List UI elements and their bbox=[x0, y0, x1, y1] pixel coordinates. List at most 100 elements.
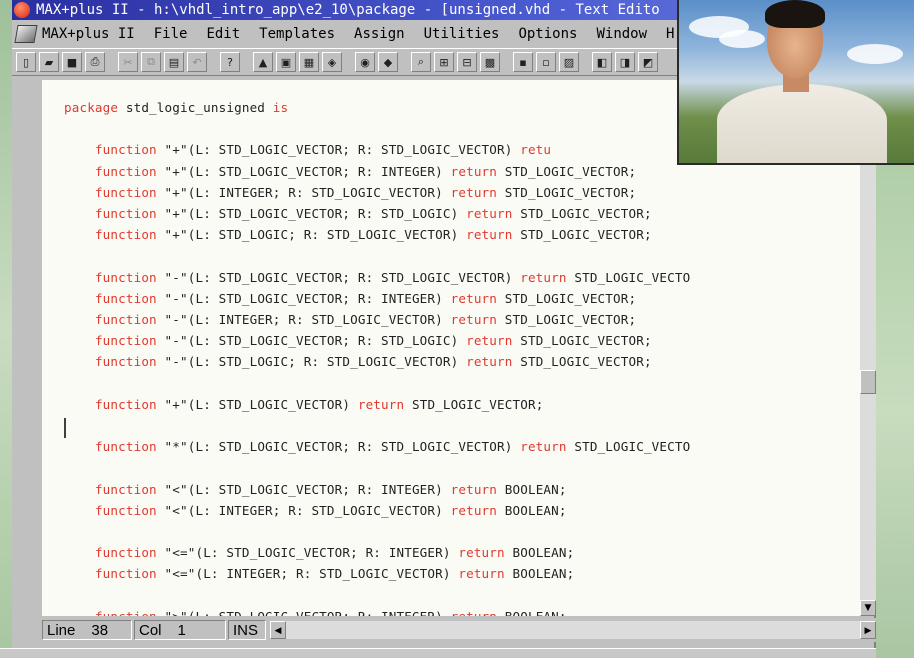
keyword-token: return bbox=[466, 206, 513, 221]
keyword-token: return bbox=[450, 481, 498, 497]
print-icon[interactable]: ⎙ bbox=[85, 52, 105, 72]
graphic-editor-icon[interactable]: ◉ bbox=[355, 52, 375, 72]
hierarchy-up-icon[interactable]: ▲ bbox=[253, 52, 273, 72]
menu-utilities[interactable]: Utilities bbox=[424, 26, 500, 42]
simulate-icon[interactable]: ▪ bbox=[513, 52, 533, 72]
scroll-down-arrow-icon[interactable]: ▼ bbox=[860, 600, 876, 616]
status-bar: Line 38 Col 1 INS ◀ ▶ bbox=[42, 618, 876, 642]
keyword-token: is bbox=[272, 100, 289, 115]
code-token: STD_LOGIC_VECTOR; bbox=[497, 312, 637, 327]
keyword-token: function bbox=[94, 142, 157, 158]
code-line: package std_logic_unsigned is bbox=[64, 100, 288, 115]
menu-maxplus[interactable]: MAX+plus II bbox=[42, 26, 135, 42]
code-token: "<="(L: STD_LOGIC_VECTOR; R: INTEGER) bbox=[156, 545, 459, 561]
taskbar-strip bbox=[0, 648, 876, 658]
save-icon[interactable]: ■ bbox=[62, 52, 82, 72]
code-line: function "+"(L: INTEGER; R: STD_LOGIC_VE… bbox=[64, 185, 636, 200]
code-token: "<"(L: STD_LOGIC_VECTOR; R: INTEGER) bbox=[156, 481, 451, 497]
paste-icon[interactable]: ▤ bbox=[164, 52, 184, 72]
keyword-token: package bbox=[64, 100, 119, 115]
code-line: function "-"(L: STD_LOGIC; R: STD_LOGIC_… bbox=[64, 354, 652, 369]
waveform-icon[interactable]: ◆ bbox=[378, 52, 398, 72]
compile-icon[interactable]: ▩ bbox=[480, 52, 500, 72]
symbol-icon[interactable]: ◈ bbox=[322, 52, 342, 72]
timing-icon[interactable]: ▫ bbox=[536, 52, 556, 72]
search-icon[interactable]: ⌕ bbox=[411, 52, 431, 72]
code-token: STD_LOGIC_VECTOR; bbox=[512, 333, 652, 349]
code-line: function ">"(L: STD_LOGIC_VECTOR; R: INT… bbox=[64, 609, 567, 616]
program-icon[interactable]: ▨ bbox=[559, 52, 579, 72]
code-token: "+"(L: STD_LOGIC_VECTOR) bbox=[156, 396, 358, 412]
code-token: "-"(L: STD_LOGIC_VECTOR; R: STD_LOGIC_VE… bbox=[156, 269, 521, 285]
floorplan-icon[interactable]: ▦ bbox=[299, 52, 319, 72]
keyword-token: return bbox=[458, 566, 505, 582]
keyword-token: return bbox=[450, 163, 498, 179]
col-indicator: Col 1 bbox=[134, 620, 226, 640]
code-token: STD_LOGIC_VECTOR; bbox=[497, 163, 637, 179]
code-token: ">"(L: STD_LOGIC_VECTOR; R: INTEGER) bbox=[157, 609, 451, 616]
keyword-token: function bbox=[94, 439, 157, 455]
code-token: STD_LOGIC_VECTO bbox=[566, 439, 691, 455]
menu-assign[interactable]: Assign bbox=[354, 26, 405, 42]
open-folder-icon[interactable]: ▰ bbox=[39, 52, 59, 72]
project-save-icon[interactable]: ◨ bbox=[615, 52, 635, 72]
keyword-token: return bbox=[466, 333, 513, 349]
undo-icon[interactable]: ↶ bbox=[187, 52, 207, 72]
code-token: "<"(L: INTEGER; R: STD_LOGIC_VECTOR) bbox=[156, 502, 451, 518]
code-token: BOOLEAN; bbox=[497, 481, 567, 497]
keyword-token: return bbox=[520, 439, 567, 455]
menu-templates[interactable]: Templates bbox=[259, 26, 335, 42]
line-value: 38 bbox=[91, 621, 109, 639]
new-file-icon[interactable]: ▯ bbox=[16, 52, 36, 72]
menu-help[interactable]: H bbox=[666, 26, 674, 42]
hierarchy-icon[interactable]: ▣ bbox=[276, 52, 296, 72]
code-token: "<="(L: INTEGER; R: STD_LOGIC_VECTOR) bbox=[156, 566, 459, 582]
project-compile-icon[interactable]: ◩ bbox=[638, 52, 658, 72]
scroll-right-arrow-icon[interactable]: ▶ bbox=[860, 621, 876, 639]
cloud-shape bbox=[847, 44, 903, 64]
find-next-icon[interactable]: ⊟ bbox=[457, 52, 477, 72]
text-caret bbox=[64, 418, 66, 438]
menu-options[interactable]: Options bbox=[518, 26, 577, 42]
line-indicator: Line 38 bbox=[42, 620, 132, 640]
keyword-token: function bbox=[94, 545, 157, 561]
code-token: STD_LOGIC_VECTOR; bbox=[512, 206, 652, 221]
scroll-left-arrow-icon[interactable]: ◀ bbox=[270, 621, 286, 639]
copy-icon[interactable]: ⧉ bbox=[141, 52, 161, 72]
keyword-token: function bbox=[94, 354, 157, 370]
code-token: STD_LOGIC_VECTO bbox=[566, 269, 691, 285]
project-icon[interactable]: ◧ bbox=[592, 52, 612, 72]
desktop-background bbox=[0, 0, 12, 658]
horizontal-scrollbar[interactable]: ◀ ▶ bbox=[270, 621, 876, 639]
find-icon[interactable]: ⊞ bbox=[434, 52, 454, 72]
keyword-token: function bbox=[94, 269, 157, 285]
keyword-token: function bbox=[94, 184, 157, 200]
code-line: function "+"(L: STD_LOGIC_VECTOR; R: STD… bbox=[64, 206, 652, 221]
code-line: function "<"(L: STD_LOGIC_VECTOR; R: INT… bbox=[64, 482, 567, 497]
code-token: "+"(L: STD_LOGIC_VECTOR; R: STD_LOGIC_VE… bbox=[156, 142, 521, 158]
presenter-shirt bbox=[717, 84, 887, 163]
code-token: BOOLEAN; bbox=[504, 545, 575, 561]
menu-edit[interactable]: Edit bbox=[206, 26, 240, 42]
keyword-token: return bbox=[450, 184, 498, 200]
cut-icon[interactable]: ✂ bbox=[118, 52, 138, 72]
menu-file[interactable]: File bbox=[154, 26, 188, 42]
keyword-token: function bbox=[94, 227, 157, 243]
keyword-token: function bbox=[94, 333, 157, 349]
app-icon[interactable] bbox=[14, 2, 30, 18]
app-menu-icon[interactable] bbox=[14, 25, 38, 43]
help-icon[interactable]: ? bbox=[220, 52, 240, 72]
keyword-token: return bbox=[450, 290, 498, 306]
code-token: BOOLEAN; bbox=[497, 502, 567, 518]
code-token: STD_LOGIC_VECTOR; bbox=[512, 354, 652, 370]
vertical-scroll-thumb[interactable] bbox=[860, 370, 876, 394]
menu-window[interactable]: Window bbox=[596, 26, 647, 42]
